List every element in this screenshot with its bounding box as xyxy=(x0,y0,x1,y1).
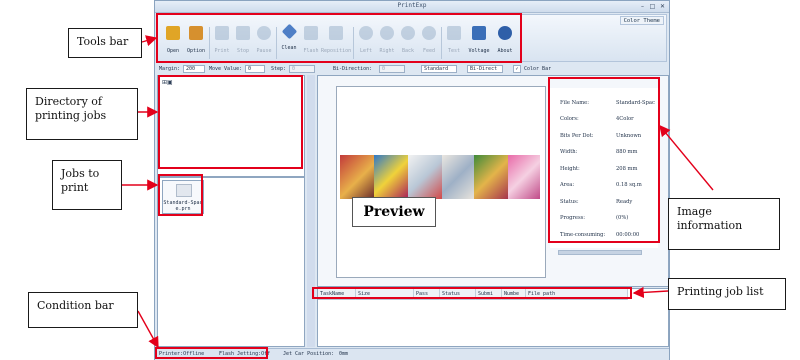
callout-preview: Preview xyxy=(352,197,436,227)
callout-condition-bar: Condition bar xyxy=(28,292,138,328)
callout-directory: Directory of printing jobs xyxy=(26,88,138,140)
arrow-image-info xyxy=(659,124,714,191)
arrow-tools-bar xyxy=(141,35,158,47)
callout-jobs-to-print: Jobs to print xyxy=(52,160,122,210)
callout-tools-bar: Tools bar xyxy=(68,28,142,58)
callout-printing-job-list: Printing job list xyxy=(668,278,786,310)
arrow-condition-bar xyxy=(137,310,159,349)
callout-image-information: Image information xyxy=(668,198,780,250)
arrow-job-list xyxy=(632,286,669,299)
